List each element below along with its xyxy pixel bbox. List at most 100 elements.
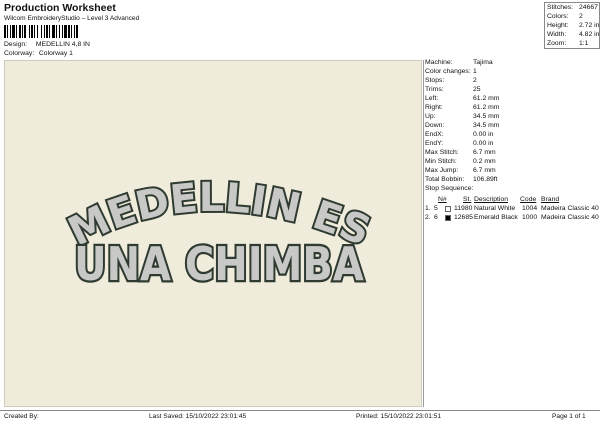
machine-info-row: Color changes: 1 [425,68,477,75]
design-label: Design: [4,41,28,48]
stop-sequence-title: Stop Sequence: [425,185,474,192]
stitch-count: 12685 [454,214,473,221]
stop-number: 2. [425,214,431,221]
info-value: 106.89ft [473,176,498,183]
info-value: 6.7 mm [473,149,496,156]
thread-swatch [445,206,451,212]
info-label: Total Bobbin: [425,176,465,183]
colorway-value: Colorway 1 [38,50,73,57]
barcode-bar [31,25,33,38]
machine-info-row: Down: 34.5 mm [425,122,499,129]
barcode-bar [10,25,11,38]
barcode-bar [12,25,15,38]
machine-info-row: EndY: 0.00 in [425,140,493,147]
info-value: 2 [473,77,477,84]
stitch-count: 11980 [454,205,473,212]
barcode-bar [4,25,6,38]
machine-info-row: EndX: 0.00 in [425,131,493,138]
summary-value: 1:1 [579,40,589,47]
barcode-bar [44,25,45,38]
barcode-bar [16,25,17,38]
info-label: Max Stitch: [425,149,459,156]
summary-value: 2.72 in [579,22,600,29]
design-text-line2: UNA CHIMBA [74,238,364,291]
summary-box: Stitches: 24667 Colors: 2 Height: 2.72 in W… [544,2,600,49]
info-value: 25 [473,86,481,93]
barcode-bar [74,25,75,38]
info-value: 61.2 mm [473,95,500,102]
thread-brand: Madeira Classic 40 [541,214,599,221]
barcode-bar [46,25,48,38]
machine-info-row: Total Bobbin: 106.89ft [425,176,498,183]
column-header: Brand [541,196,560,203]
worksheet-title: Production Worksheet [4,2,116,14]
barcode-bar [24,25,26,38]
printed-date: Printed: 15/10/2022 23:01:51 [356,413,442,420]
barcode-bar [64,25,67,38]
info-label: Min Stitch: [425,158,457,165]
last-saved: Last Saved: 15/10/2022 23:01:45 [149,413,247,420]
summary-label: Zoom: [547,40,567,47]
summary-label: Stitches: [547,4,574,11]
barcode-bar [56,25,57,38]
summary-value: 2 [579,13,583,20]
thread-description: Natural White [474,205,516,212]
info-label: Color changes: [425,68,471,75]
created-by: Created By: [4,413,39,420]
machine-info-row: Stops: 2 [425,77,477,84]
summary-label: Colors: [547,13,569,20]
colorway-label: Colorway: [4,50,35,57]
machine-info-row: Right: 61.2 mm [425,104,499,111]
needle-number: 5 [434,205,438,212]
info-label: Trims: [425,86,444,93]
thread-code: 1000 [522,214,538,221]
barcode-bar [59,25,60,38]
barcode [4,25,125,38]
column-header: Description [474,196,508,203]
machine-info-row: Max Stitch: 6.7 mm [425,149,496,156]
summary-row: Height: 2.72 in [547,22,599,29]
thread-swatch [445,215,451,221]
info-value: 0.2 mm [473,158,496,165]
info-value: Tajima [473,59,493,66]
info-label: EndY: [425,140,444,147]
info-value: 6.7 mm [473,167,496,174]
page-number: Page 1 of 1 [552,413,586,420]
summary-row: Colors: 2 [547,13,583,20]
info-label: Max Jump: [425,167,459,174]
barcode-bar [71,25,72,38]
info-value: 34.5 mm [473,122,500,129]
info-value: 61.2 mm [473,104,500,111]
thread-code: 1004 [522,205,538,212]
panel-divider [423,60,424,407]
colorway-row: Colorway: Colorway 1 [4,50,73,57]
summary-row: Zoom: 1:1 [547,40,588,47]
summary-label: Width: [547,31,567,38]
barcode-bar [37,25,38,38]
machine-info-row: Trims: 25 [425,86,481,93]
thread-brand: Madeira Classic 40 [541,205,599,212]
barcode-bar [41,25,42,38]
barcode-bar [7,25,8,38]
barcode-bar [76,25,78,38]
summary-value: 4.82 in [579,31,600,38]
barcode-bar [19,25,21,38]
info-label: Right: [425,104,443,111]
stop-number: 1. [425,205,431,212]
info-value: 1 [473,68,477,75]
needle-number: 6 [434,214,438,221]
column-header: St. [463,196,472,203]
column-header: Code [520,196,537,203]
barcode-bar [62,25,63,38]
machine-info-row: Max Jump: 6.7 mm [425,167,496,174]
info-label: Down: [425,122,445,129]
design-row: Design: MEDELLIN 4,8 IN [4,41,90,48]
info-value: 0.00 in [473,131,494,138]
info-label: Stops: [425,77,445,84]
barcode-bar [22,25,23,38]
info-value: 34.5 mm [473,113,500,120]
thread-description: Emerald Black [474,214,518,221]
barcode-bar [29,25,30,38]
design-artwork: MEDELLIN ES UNA CHIMBA [59,173,378,294]
machine-info-row: Up: 34.5 mm [425,113,499,120]
